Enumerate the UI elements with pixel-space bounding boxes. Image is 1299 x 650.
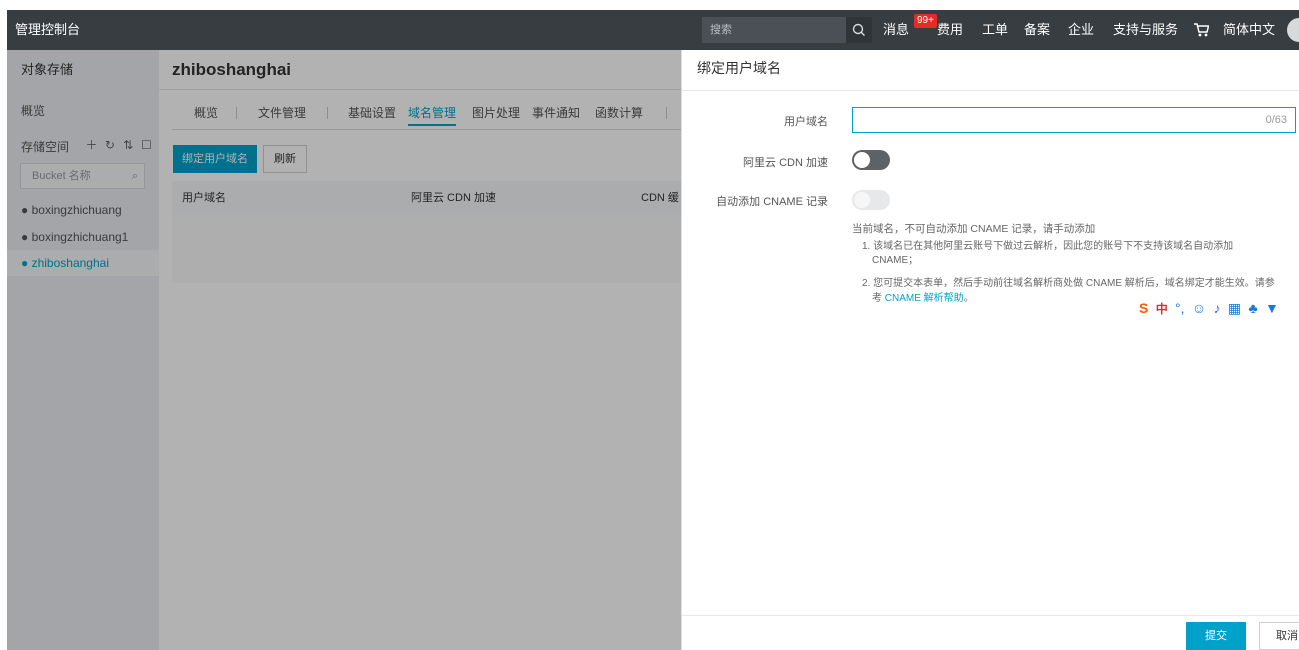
microphone-icon[interactable]: ♪ bbox=[1214, 298, 1221, 318]
global-search[interactable]: 搜索 bbox=[702, 17, 872, 43]
note-2-line-1: 2. 您可提交本表单，然后手动前往域名解析商处做 CNAME 解析后，域名绑定才… bbox=[862, 278, 1275, 289]
char-count: 0/63 bbox=[1265, 114, 1287, 126]
storage-space-label: 存储空间 bbox=[21, 140, 70, 154]
nav-support[interactable]: 支持与服务 bbox=[1113, 10, 1178, 50]
tab-overview[interactable]: 概览 bbox=[194, 102, 218, 124]
note-2-suffix: 。 bbox=[963, 293, 974, 304]
cdn-toggle-label: 阿里云 CDN 加速 bbox=[743, 157, 828, 169]
bucket-name: boxingzhichuang bbox=[31, 203, 122, 217]
auto-cname-toggle[interactable] bbox=[852, 190, 890, 210]
search-icon: ⌕ bbox=[131, 170, 138, 182]
nav-billing[interactable]: 费用 bbox=[937, 10, 963, 50]
sidebar-title: 对象存储 bbox=[21, 62, 74, 77]
skin-icon[interactable]: ▼ bbox=[1265, 298, 1279, 318]
search-placeholder: 搜索 bbox=[710, 24, 732, 36]
bucket-search-input[interactable]: Bucket 名称 ⌕ bbox=[20, 163, 145, 189]
oss-sidebar: 对象存储 概览 存储空间 ＋ ↻ ⇅ ☐ Bucket 名称 ⌕ ● boxin… bbox=[7, 50, 159, 650]
domain-table-header: 用户域名 阿里云 CDN 加速 CDN 缓 bbox=[172, 181, 681, 215]
nav-enterprise[interactable]: 企业 bbox=[1068, 10, 1094, 50]
tab-function-compute[interactable]: 函数计算 bbox=[595, 102, 643, 124]
chinese-mode-icon[interactable]: 中 bbox=[1156, 299, 1168, 319]
bucket-search-placeholder: Bucket 名称 bbox=[32, 170, 91, 182]
message-count-badge: 99+ bbox=[914, 14, 937, 28]
tab-basic-settings[interactable]: 基础设置 bbox=[348, 102, 396, 124]
note-1-line-2: CNAME； bbox=[872, 255, 919, 266]
search-button[interactable] bbox=[846, 17, 872, 43]
tab-domain-management[interactable]: 域名管理 bbox=[408, 102, 457, 126]
tab-event-notification[interactable]: 事件通知 bbox=[532, 102, 580, 124]
cdn-acceleration-toggle[interactable] bbox=[852, 150, 890, 170]
nav-tickets[interactable]: 工单 bbox=[982, 10, 1008, 50]
bucket-toolbar: ＋ ↻ ⇅ ☐ bbox=[84, 136, 154, 153]
toggle-knob bbox=[854, 152, 870, 168]
tools-icon[interactable]: ♣ bbox=[1248, 298, 1257, 318]
refresh-icon[interactable]: ↻ bbox=[102, 138, 117, 152]
domain-table-body bbox=[172, 215, 681, 283]
sort-icon[interactable]: ⇅ bbox=[121, 138, 136, 152]
cname-hint: 当前域名，不可自动添加 CNAME 记录，请手动添加 bbox=[852, 223, 1096, 235]
note-2-line-2: 考 CNAME 解析帮助。 bbox=[872, 292, 974, 305]
bucket-tabs: 概览 文件管理 基础设置 域名管理 图片处理 事件通知 函数计算 bbox=[172, 102, 681, 130]
column-header: CDN 缓 bbox=[641, 192, 679, 204]
cname-help-link[interactable]: CNAME 解析帮助 bbox=[885, 293, 964, 304]
bind-domain-drawer: 绑定用户域名 用户域名 0/63 阿里云 CDN 加速 自动添加 CNAME 记… bbox=[681, 50, 1299, 650]
sogou-logo-icon[interactable]: S bbox=[1139, 298, 1148, 318]
emoji-icon[interactable]: ☺ bbox=[1192, 298, 1206, 318]
bucket-name: zhiboshanghai bbox=[31, 256, 109, 270]
tab-divider bbox=[236, 107, 237, 119]
top-navigation-bar: 管理控制台 搜索 消息 99+ 费用 工单 备案 企业 支持与服务 简体中文 bbox=[7, 10, 1299, 50]
nav-language[interactable]: 简体中文 bbox=[1223, 10, 1275, 50]
tab-divider bbox=[327, 107, 328, 119]
keyboard-icon[interactable]: ▦ bbox=[1228, 298, 1241, 318]
bind-domain-button[interactable]: 绑定用户域名 bbox=[173, 145, 257, 173]
bucket-title: zhiboshanghai bbox=[172, 60, 291, 79]
domain-input[interactable]: 0/63 bbox=[852, 107, 1296, 133]
search-icon bbox=[852, 23, 865, 36]
tab-divider bbox=[666, 107, 667, 119]
note-2-prefix: 考 bbox=[872, 293, 885, 304]
nav-icp-filing[interactable]: 备案 bbox=[1024, 10, 1050, 50]
bucket-item[interactable]: ● boxingzhichuang1 bbox=[7, 224, 159, 250]
column-header: 阿里云 CDN 加速 bbox=[411, 192, 496, 204]
cname-toggle-label: 自动添加 CNAME 记录 bbox=[716, 196, 828, 208]
cancel-button[interactable]: 取消 bbox=[1259, 622, 1299, 650]
punctuation-icon[interactable]: °, bbox=[1175, 298, 1185, 318]
bucket-item-active[interactable]: ● zhiboshanghai bbox=[7, 250, 159, 276]
drawer-title: 绑定用户域名 bbox=[697, 60, 781, 76]
console-title[interactable]: 管理控制台 bbox=[15, 10, 80, 50]
divider bbox=[682, 90, 1299, 91]
toggle-knob bbox=[854, 192, 870, 208]
bucket-name: boxingzhichuang1 bbox=[31, 230, 129, 244]
bucket-item[interactable]: ● boxingzhichuang bbox=[7, 197, 159, 223]
tab-file-management[interactable]: 文件管理 bbox=[258, 102, 306, 124]
sidebar-item-overview[interactable]: 概览 bbox=[21, 102, 45, 119]
tab-image-processing[interactable]: 图片处理 bbox=[472, 102, 520, 124]
note-1-line-1: 1. 该域名已在其他阿里云账号下做过云解析，因此您的账号下不支持该域名自动添加 bbox=[862, 241, 1234, 252]
cart-icon[interactable] bbox=[1193, 22, 1210, 41]
divider bbox=[682, 615, 1299, 616]
refresh-button[interactable]: 刷新 bbox=[263, 145, 307, 173]
domain-field-label: 用户域名 bbox=[784, 116, 828, 128]
bucket-header: zhiboshanghai bbox=[159, 50, 681, 90]
bucket-main-panel: zhiboshanghai 概览 文件管理 基础设置 域名管理 图片处理 事件通… bbox=[159, 50, 681, 650]
column-header: 用户域名 bbox=[182, 192, 226, 204]
submit-button[interactable]: 提交 bbox=[1186, 622, 1246, 650]
nav-messages[interactable]: 消息 bbox=[883, 10, 909, 50]
ime-toolbar: S 中 °, ☺ ♪ ▦ ♣ ▼ bbox=[1139, 298, 1283, 318]
edit-icon[interactable]: ☐ bbox=[139, 138, 154, 152]
plus-icon[interactable]: ＋ bbox=[84, 136, 99, 153]
